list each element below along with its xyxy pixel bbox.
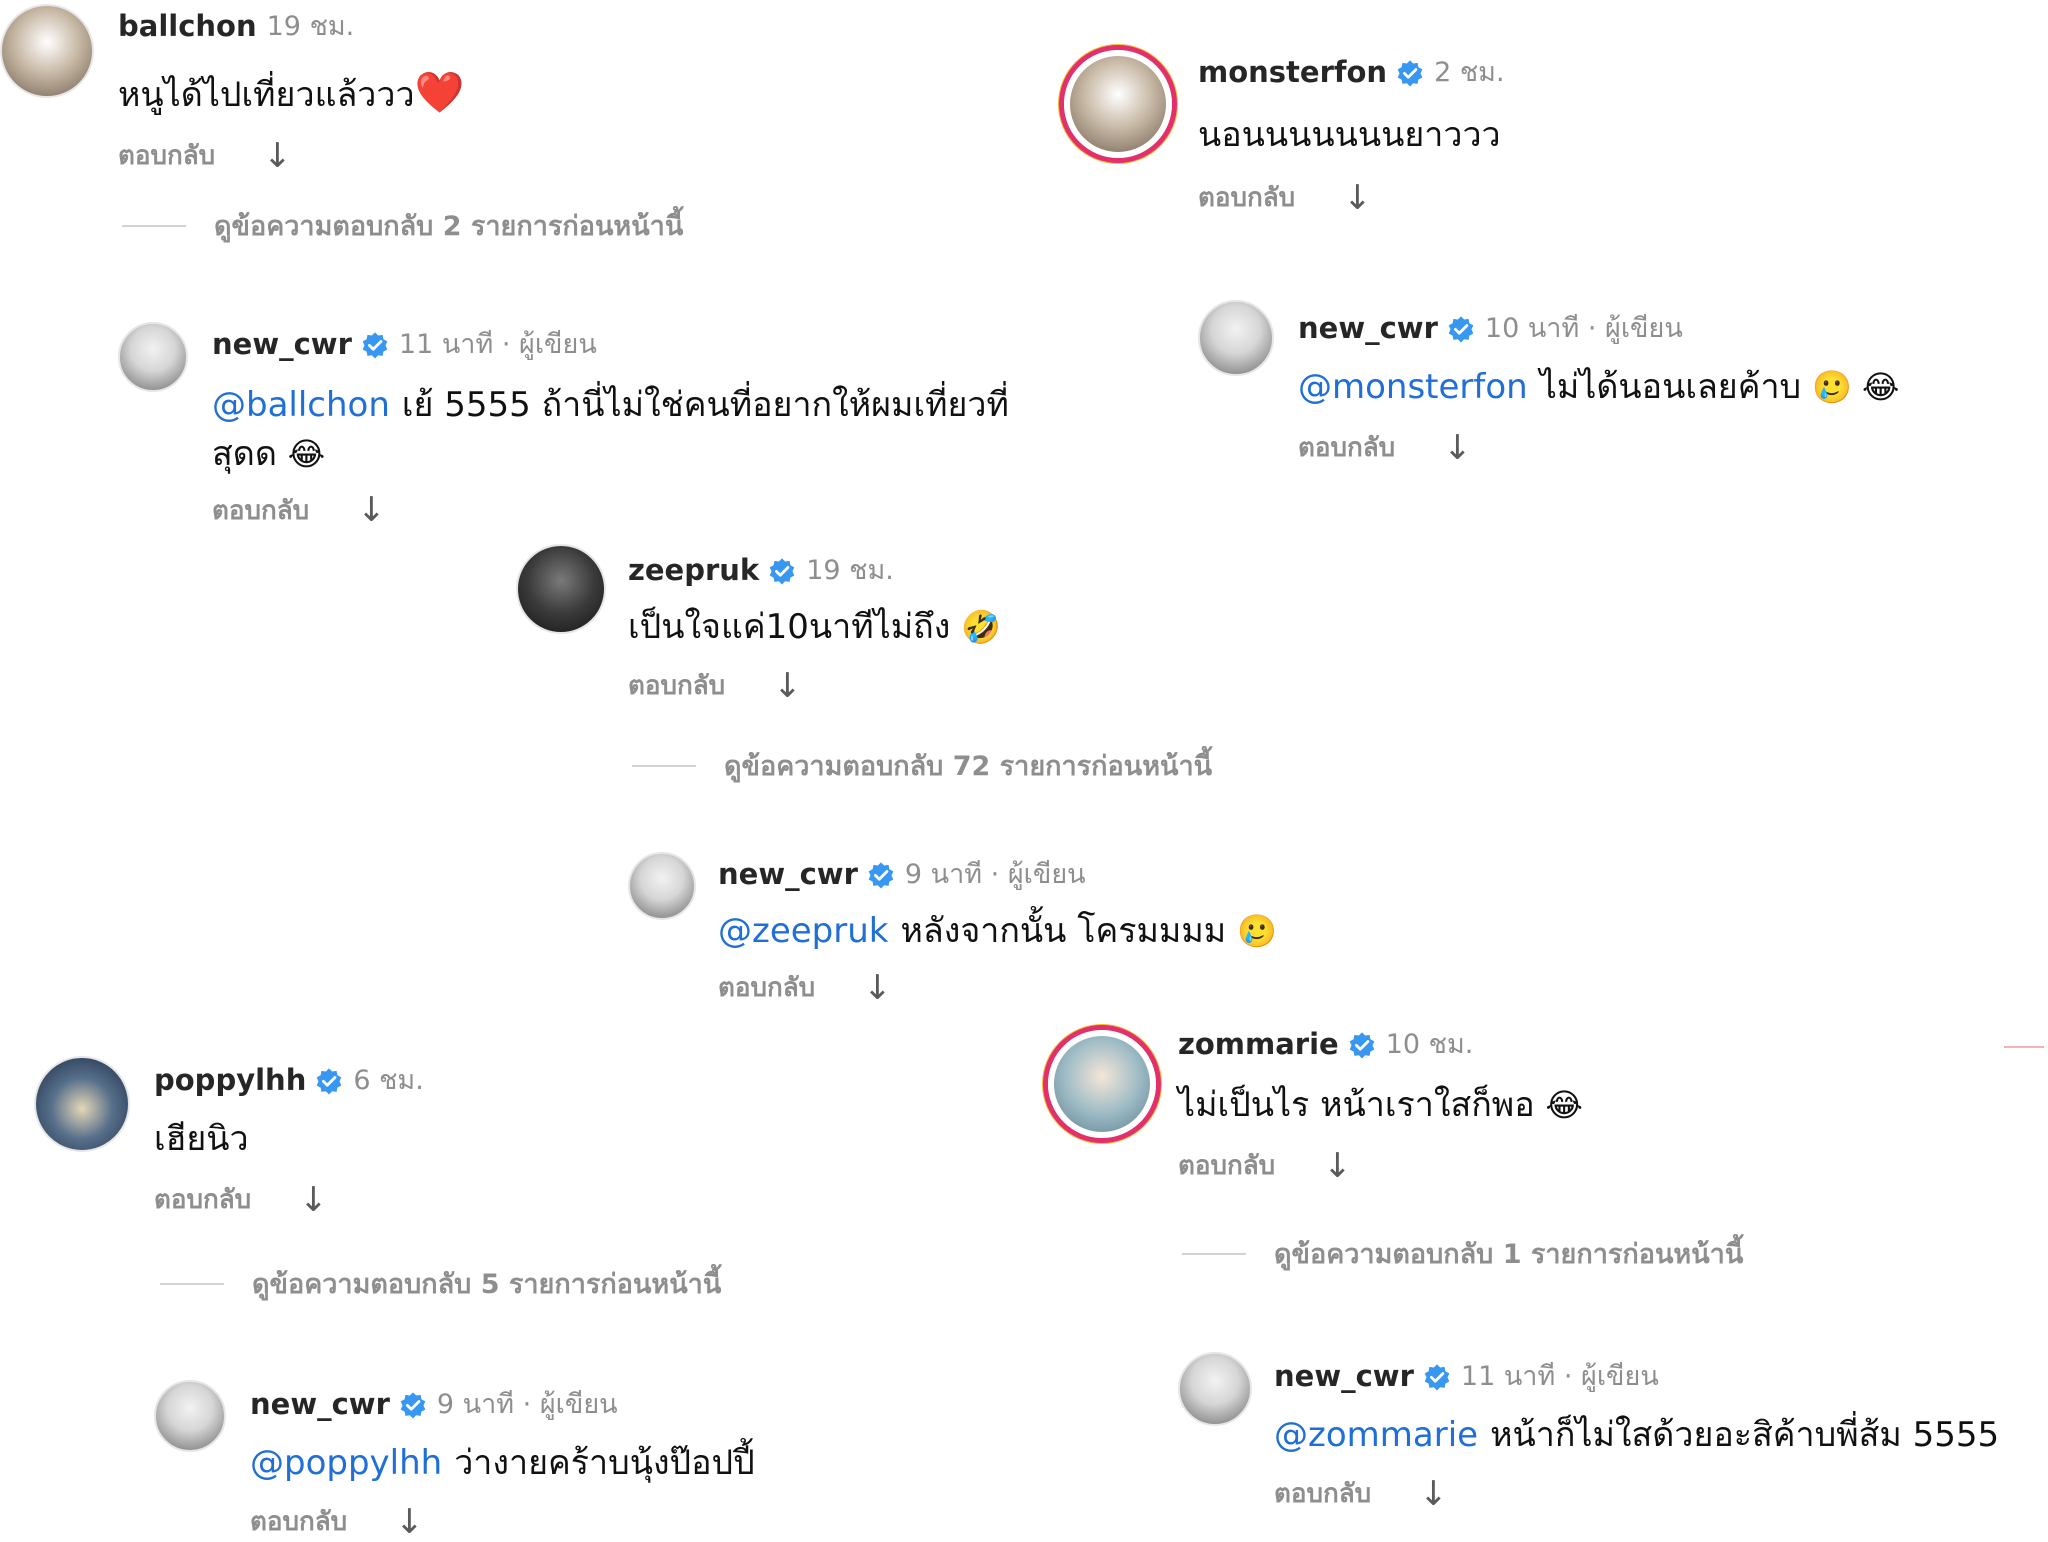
reply-button[interactable]: ตอบกลับ: [1178, 1145, 1275, 1186]
view-previous-replies[interactable]: ดูข้อความตอบกลับ 1 รายการก่อนหน้านี้: [1182, 1232, 1743, 1275]
timestamp: 2 ชม.: [1434, 57, 1505, 88]
reply-button[interactable]: ตอบกลับ: [212, 490, 309, 531]
decorative-mark: [2004, 1046, 2044, 1048]
verified-badge-icon: [315, 1067, 343, 1095]
sad-laughing-emoji: 🥲 😂: [1811, 368, 1900, 406]
mention-link[interactable]: @zeepruk: [718, 911, 888, 951]
verified-badge-icon: [1447, 315, 1475, 343]
avatar[interactable]: [1064, 50, 1172, 158]
mention-link[interactable]: @ballchon: [212, 385, 390, 425]
divider: [1182, 1252, 1246, 1255]
view-previous-replies[interactable]: ดูข้อความตอบกลับ 5 รายการก่อนหน้านี้: [160, 1262, 721, 1305]
comment-text: @monsterfon ไม่ได้นอนเลยค้าบ 🥲 😂: [1298, 367, 1900, 407]
sad-emoji: 🥲: [1236, 912, 1277, 950]
verified-badge-icon: [867, 861, 895, 889]
username[interactable]: new_cwr: [718, 860, 858, 889]
avatar[interactable]: [154, 1380, 226, 1452]
comment-text: @ballchon เย้ 5555 ถ้านี่ไม่ใช่คนที่อยากใ…: [212, 385, 1009, 475]
arrow-down-icon[interactable]: ↓: [299, 1183, 328, 1217]
mention-link[interactable]: @monsterfon: [1298, 367, 1528, 407]
arrow-down-icon[interactable]: ↓: [1343, 181, 1372, 215]
timestamp: 10 นาที · ผู้เขียน: [1484, 313, 1683, 344]
verified-badge-icon: [399, 1391, 427, 1419]
timestamp: 10 ชม.: [1385, 1029, 1474, 1060]
timestamp: 6 ชม.: [353, 1065, 424, 1096]
comment-text: เฮียนิว: [154, 1119, 249, 1159]
username[interactable]: new_cwr: [1298, 314, 1438, 343]
avatar[interactable]: [1178, 1352, 1252, 1426]
avatar[interactable]: [118, 322, 188, 392]
mention-link[interactable]: @zommarie: [1274, 1415, 1478, 1455]
avatar[interactable]: [628, 852, 696, 920]
comment-text: @zeepruk หลังจากนั้น โครมมมม 🥲: [718, 911, 1277, 951]
view-replies-label[interactable]: ดูข้อความตอบกลับ 72 รายการก่อนหน้านี้: [724, 744, 1212, 787]
divider: [122, 224, 186, 227]
avatar[interactable]: [1198, 300, 1274, 376]
rofl-emoji: 🤣: [961, 608, 1001, 646]
comment-text: นอนนนนนนนยาววว: [1198, 115, 1501, 155]
reply-button[interactable]: ตอบกลับ: [1274, 1473, 1371, 1514]
arrow-down-icon[interactable]: ↓: [263, 139, 292, 173]
view-replies-label[interactable]: ดูข้อความตอบกลับ 1 รายการก่อนหน้านี้: [1274, 1232, 1743, 1275]
timestamp: 19 ชม.: [806, 555, 894, 586]
view-previous-replies[interactable]: ดูข้อความตอบกลับ 2 รายการก่อนหน้านี้: [122, 204, 683, 247]
username[interactable]: new_cwr: [250, 1390, 390, 1419]
comment-text: เป็นใจแค่10นาทีไม่ถึง 🤣: [628, 607, 1001, 647]
arrow-down-icon[interactable]: ↓: [357, 493, 386, 527]
comment-text: หนูได้ไปเที่ยวแล้ววว❤️: [118, 70, 465, 116]
reply-button[interactable]: ตอบกลับ: [154, 1179, 251, 1220]
comment-text: @zommarie หน้าก็ไม่ใสด้วยอะสิค้าบพี่ส้ม 5…: [1274, 1415, 2000, 1455]
reply-button[interactable]: ตอบกลับ: [1298, 427, 1395, 468]
arrow-down-icon[interactable]: ↓: [395, 1505, 424, 1539]
username[interactable]: zommarie: [1178, 1030, 1339, 1059]
reply-button[interactable]: ตอบกลับ: [628, 665, 725, 706]
arrow-down-icon[interactable]: ↓: [773, 669, 802, 703]
timestamp: 11 นาที · ผู้เขียน: [1460, 1361, 1659, 1392]
verified-badge-icon: [1396, 59, 1424, 87]
laughing-emoji: 😂: [287, 435, 326, 474]
verified-badge-icon: [361, 331, 389, 359]
comment-text: ไม่เป็นไร หน้าเราใสก็พอ 😂: [1178, 1085, 1583, 1125]
timestamp: 19 ชม.: [266, 11, 355, 42]
avatar[interactable]: [516, 544, 606, 634]
avatar[interactable]: [1048, 1030, 1156, 1138]
divider: [632, 764, 696, 767]
arrow-down-icon[interactable]: ↓: [1419, 1477, 1448, 1511]
timestamp: 11 นาที · ผู้เขียน: [398, 329, 597, 360]
reply-button[interactable]: ตอบกลับ: [1198, 177, 1295, 218]
verified-badge-icon: [768, 557, 796, 585]
username[interactable]: ballchon: [118, 12, 257, 41]
view-previous-replies[interactable]: ดูข้อความตอบกลับ 72 รายการก่อนหน้านี้: [632, 744, 1212, 787]
timestamp: 9 นาที · ผู้เขียน: [436, 1389, 618, 1420]
avatar[interactable]: [34, 1056, 130, 1152]
heart-emoji: ❤️: [414, 70, 465, 116]
view-replies-label[interactable]: ดูข้อความตอบกลับ 2 รายการก่อนหน้านี้: [214, 204, 683, 247]
mention-link[interactable]: @poppylhh: [250, 1443, 442, 1483]
verified-badge-icon: [1348, 1031, 1376, 1059]
view-replies-label[interactable]: ดูข้อความตอบกลับ 5 รายการก่อนหน้านี้: [252, 1262, 721, 1305]
verified-badge-icon: [1423, 1363, 1451, 1391]
reply-button[interactable]: ตอบกลับ: [118, 135, 215, 176]
laughing-emoji: 😂: [1545, 1086, 1583, 1124]
arrow-down-icon[interactable]: ↓: [1443, 431, 1472, 465]
arrow-down-icon[interactable]: ↓: [1323, 1149, 1352, 1183]
username[interactable]: new_cwr: [212, 330, 352, 359]
username[interactable]: poppylhh: [154, 1066, 306, 1095]
username[interactable]: zeepruk: [628, 556, 759, 585]
reply-button[interactable]: ตอบกลับ: [718, 967, 815, 1008]
comment-text: @poppylhh ว่างายคร้าบนุ้งป๊อปปี้: [250, 1443, 755, 1483]
avatar[interactable]: [0, 4, 94, 98]
divider: [160, 1282, 224, 1285]
timestamp: 9 นาที · ผู้เขียน: [904, 859, 1086, 890]
arrow-down-icon[interactable]: ↓: [863, 971, 892, 1005]
username[interactable]: monsterfon: [1198, 58, 1387, 87]
username[interactable]: new_cwr: [1274, 1362, 1414, 1391]
